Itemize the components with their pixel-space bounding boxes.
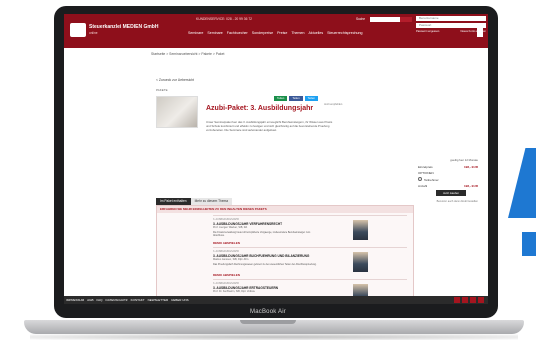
logo-icon[interactable] — [70, 23, 86, 37]
laptop-shadow — [30, 334, 518, 340]
username-field[interactable]: Benutzername — [416, 16, 486, 21]
site-footer: IMPRESSUM AGB FAQ DATENSCHUTZ KONTAKT NE… — [64, 296, 488, 304]
product-image — [156, 96, 198, 128]
tab-more-topic[interactable]: Mehr zu diesem Thema — [190, 198, 233, 205]
footer-link[interactable]: UEBER UNS — [171, 298, 189, 302]
demo-play-button[interactable]: DEMO ABSPIELEN — [213, 273, 240, 277]
purchase-box: gueltig fuer 12 Monate Einzelpreis 198,-… — [418, 158, 478, 203]
nav-item[interactable]: Preise — [277, 31, 287, 35]
panel-title: ERFAHREN SIE MEHR EINZELHEITEN ZU DEN IN… — [157, 206, 413, 213]
content-tabs: Im Paket enthalten Mehr zu diesem Thema — [156, 198, 233, 205]
validity-text: gueltig fuer 12 Monate — [450, 158, 478, 162]
speaker-photo — [353, 220, 368, 240]
hotline-text: KUNDENSERVICE: 028 - 20 99 36 72 — [196, 17, 253, 21]
add-to-cart-button[interactable]: Jetzt kaufen — [436, 190, 466, 196]
product-description: Unser Seminarpaket fuer das 3. Ausbildun… — [206, 120, 333, 133]
laptop-screen: Steuerkanzlei MEDIEN GmbH online KUNDENS… — [64, 14, 488, 304]
footer-link[interactable]: IMPRESSUM — [66, 298, 84, 302]
package-panel: ERFAHREN SIE MEHR EINZELHEITEN ZU DEN IN… — [156, 205, 414, 304]
module-text: Die Finanzverwaltung bietet oft komplizi… — [213, 231, 311, 238]
tab-package-contents[interactable]: Im Paket enthalten — [156, 198, 191, 205]
share-buttons: Teilen Teilen Teilen — [274, 96, 318, 101]
module-category: 3. AUSBILDUNGSJAHR — [213, 282, 239, 285]
xing-icon[interactable] — [470, 297, 476, 303]
site-header: Steuerkanzlei MEDIEN GmbH online KUNDENS… — [64, 14, 488, 48]
nav-item[interactable]: Seminare — [207, 31, 222, 35]
nav-item[interactable]: Fachbuecher — [227, 31, 248, 35]
footer-link[interactable]: AGB — [87, 298, 93, 302]
module-author: Prof. Juergen Wacker, StB, RA — [213, 226, 248, 229]
search-button[interactable] — [400, 17, 412, 22]
nav-item[interactable]: Steuerrechtsprechung — [327, 31, 362, 35]
module-category: 3. AUSBILDUNGSJAHR — [213, 218, 239, 221]
share-whatsapp-button[interactable]: Teilen — [274, 96, 288, 101]
quantity-label: Anzahl — [418, 184, 428, 188]
module-item: 3. AUSBILDUNGSJAHR 3. AUSBILDUNGSJAHR BU… — [213, 247, 407, 277]
nav-item[interactable]: Sonderpreise — [252, 31, 273, 35]
password-field[interactable]: Passwort — [416, 23, 486, 28]
demo-play-button[interactable]: DEMO ABSPIELEN — [213, 241, 240, 245]
module-text: Das Pruefungsfach Rechnungswesen gehoert… — [213, 263, 317, 266]
module-author: Markus Janssen, StB, Dipl.-Kfm. — [213, 258, 249, 261]
main-content: < Zurueck zur Uebersicht PAKETE Teilen T… — [146, 60, 478, 304]
facebook-icon[interactable] — [462, 297, 468, 303]
rss-icon[interactable] — [478, 297, 484, 303]
module-author: Prof. Dr. Kai Buehn, StB, Dipl. Volksw. — [213, 290, 256, 293]
logo-name[interactable]: Steuerkanzlei MEDIEN GmbH — [89, 24, 158, 30]
module-category: 3. AUSBILDUNGSJAHR — [213, 250, 239, 253]
forgot-password-link[interactable]: Passwort vergessen — [416, 30, 439, 33]
back-link[interactable]: < Zurueck zur Uebersicht — [156, 78, 194, 82]
decorative-blue-shape — [508, 148, 536, 218]
price-label: Einzelpreis — [418, 165, 433, 169]
product-title: Azubi-Paket: 3. Ausbildungsjahr — [206, 105, 314, 112]
laptop-brand-label: MacBook Air — [250, 309, 286, 315]
laptop-notch — [240, 320, 296, 324]
section-label: PAKETE — [156, 88, 168, 92]
share-facebook-button[interactable]: Teilen — [289, 96, 303, 101]
options-label: OPTIONEN — [418, 171, 434, 175]
option-label: Teilnehmer — [424, 178, 439, 182]
footer-link[interactable]: NEWSLETTER — [148, 298, 169, 302]
footer-link[interactable]: DATENSCHUTZ — [106, 298, 128, 302]
nav-item[interactable]: Seminare — [188, 31, 203, 35]
module-item: 3. AUSBILDUNGSJAHR 3. AUSBILDUNGSJAHR VE… — [213, 215, 407, 245]
order-notice: Benutzer auch dann direkt bestellen — [436, 200, 478, 203]
nav-item[interactable]: Aktuelles — [309, 31, 324, 35]
main-nav: Seminare Seminare Fachbuecher Sonderprei… — [188, 31, 363, 35]
option-radio[interactable] — [418, 177, 422, 181]
total-value: 198,- EUR — [463, 184, 478, 188]
footer-link[interactable]: FAQ — [97, 298, 103, 302]
price-value: 198,- EUR — [463, 165, 478, 169]
login-form: Benutzername Passwort Passwort vergessen… — [416, 16, 486, 33]
search-label: Suche — [356, 17, 366, 21]
footer-link[interactable]: KONTAKT — [131, 298, 145, 302]
decorative-blue-shape-small — [522, 232, 536, 256]
share-twitter-button[interactable]: Teilen — [304, 96, 318, 101]
breadcrumb[interactable]: Startseite > Seminaruebersicht > Pakete … — [151, 52, 224, 56]
speaker-photo — [353, 252, 368, 272]
login-button[interactable] — [477, 28, 483, 37]
share-note: Jetzt empfehlen — [324, 103, 343, 106]
nav-item[interactable]: Themen — [291, 31, 304, 35]
logo-sub: online — [89, 31, 98, 35]
youtube-icon[interactable] — [454, 297, 460, 303]
